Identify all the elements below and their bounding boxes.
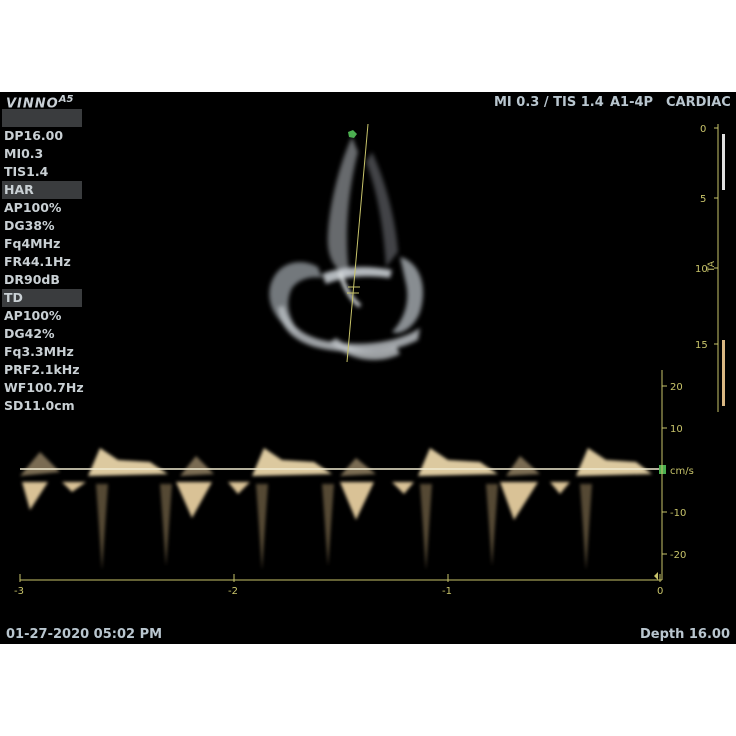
velocity-tick-10: 10 xyxy=(670,424,683,435)
doppler-waveform xyxy=(20,448,652,570)
depth-readout: Depth 16.00 xyxy=(639,627,730,642)
velocity-unit: cm/s xyxy=(670,466,694,477)
heart-2d-image xyxy=(269,137,424,360)
ta-label: TA xyxy=(707,260,717,273)
gray-map-bar xyxy=(722,134,725,190)
velocity-tick-neg10: -10 xyxy=(670,508,686,519)
depth-tick-5: 5 xyxy=(700,194,706,205)
velocity-tick-20: 20 xyxy=(670,382,683,393)
time-cursor-icon xyxy=(654,572,658,580)
time-tick-neg3: -3 xyxy=(14,586,24,597)
datetime-readout: 01-27-2020 05:02 PM xyxy=(6,627,163,642)
time-tick-0: 0 xyxy=(657,586,663,597)
focus-marker-icon[interactable] xyxy=(348,130,357,138)
doppler-spectrum: 20 10 cm/s -10 -20 -3 -2 -1 0 xyxy=(14,370,694,597)
depth-tick-10: 10 xyxy=(695,264,708,275)
ultrasound-screen: VINNOA5 MI 0.3 / TIS 1.4 A1-4P CARDIAC D… xyxy=(0,92,736,644)
velocity-tick-neg20: -20 xyxy=(670,550,686,561)
time-tick-neg2: -2 xyxy=(228,586,238,597)
time-tick-neg1: -1 xyxy=(442,586,452,597)
depth-tick-0: 0 xyxy=(700,124,706,135)
depth-tick-15: 15 xyxy=(695,340,708,351)
